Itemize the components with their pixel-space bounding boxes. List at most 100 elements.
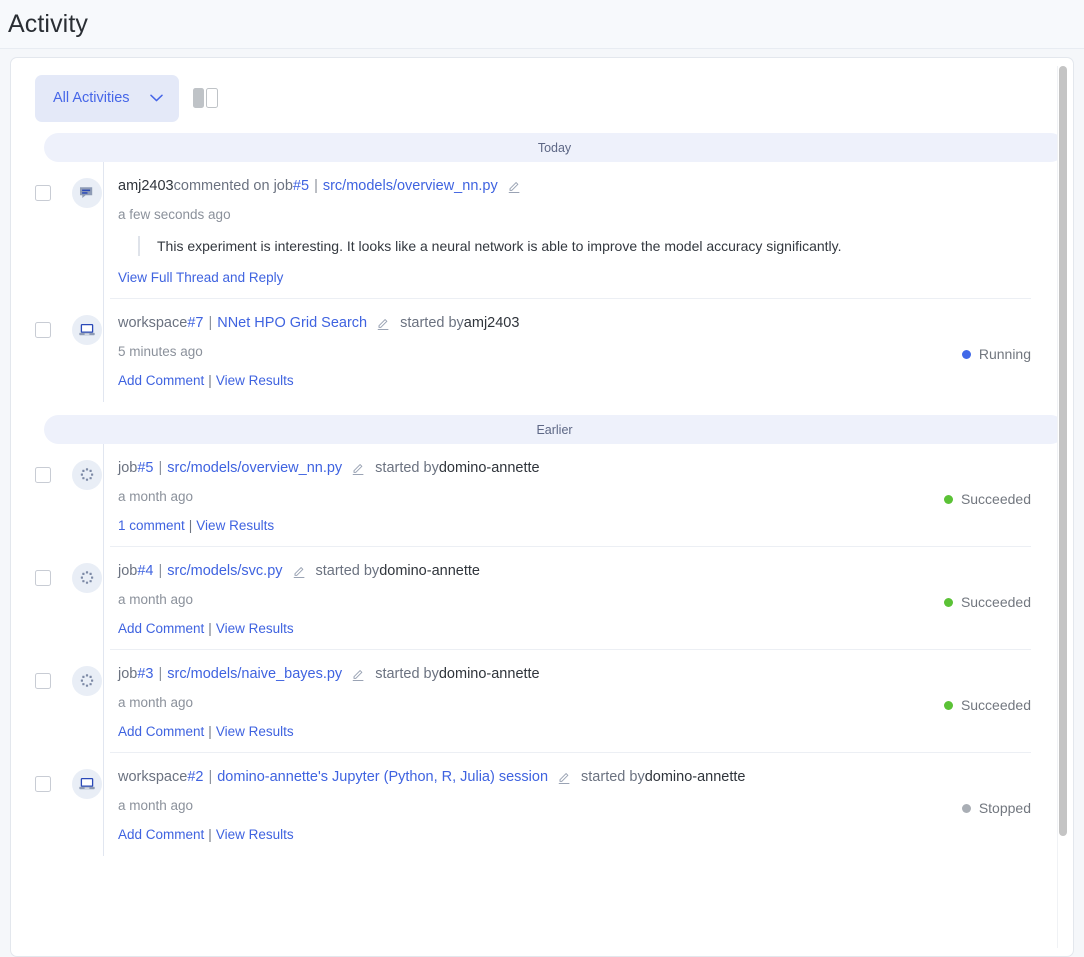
- activity-action-link[interactable]: View Results: [216, 373, 294, 388]
- activity-timestamp: a month ago: [118, 489, 944, 504]
- status-dot-icon: [944, 598, 953, 607]
- activity-action-link[interactable]: View Full Thread and Reply: [118, 270, 283, 285]
- status-label: Succeeded: [961, 697, 1031, 713]
- workspace-laptop-icon: [72, 769, 102, 799]
- action-separator: |: [185, 518, 197, 533]
- activity-action-link[interactable]: Add Comment: [118, 827, 204, 842]
- activity-separator: |: [203, 313, 217, 333]
- activity-day-label: Today: [538, 141, 571, 155]
- activity-row[interactable]: job #3|src/models/naive_bayes.pystarted …: [35, 650, 1049, 753]
- activity-day-divider: Earlier: [44, 415, 1065, 444]
- pencil-edit-icon[interactable]: [292, 564, 307, 579]
- job-dots-icon: [72, 460, 102, 490]
- activity-target-link[interactable]: src/models/svc.py: [167, 561, 282, 581]
- activity-timestamp: a few seconds ago: [118, 207, 1049, 222]
- status-badge: Succeeded: [944, 594, 1049, 610]
- activity-by-user: domino-annette: [439, 664, 540, 684]
- activity-row[interactable]: workspace #2|domino-annette's Jupyter (P…: [35, 753, 1049, 856]
- status-dot-icon: [962, 804, 971, 813]
- activity-list: Today amj2403 commented on job #5|src/mod…: [11, 133, 1049, 856]
- activity-ref-link[interactable]: #5: [293, 176, 309, 196]
- activity-ref-link[interactable]: #7: [187, 313, 203, 333]
- activity-row[interactable]: job #5 | src/models/overview_nn.py started …: [35, 444, 1049, 547]
- activity-action-link[interactable]: Add Comment: [118, 373, 204, 388]
- comment-icon: [72, 178, 102, 208]
- action-separator: |: [204, 827, 216, 842]
- activity-timestamp: a month ago: [118, 695, 944, 710]
- activity-ref-link[interactable]: #5: [137, 458, 153, 478]
- activity-card: All Activities Today amj2403 commented on…: [10, 57, 1074, 957]
- activity-row-checkbox[interactable]: [35, 467, 51, 483]
- activity-verb: job: [118, 458, 137, 478]
- scrollbar-thumb[interactable]: [1059, 66, 1067, 836]
- pencil-edit-icon[interactable]: [507, 179, 522, 194]
- activity-by-user: domino-annette: [379, 561, 480, 581]
- activity-row[interactable]: amj2403 commented on job #5|src/models/o…: [35, 162, 1049, 299]
- activity-timestamp: 5 minutes ago: [118, 344, 962, 359]
- status-dot-icon: [944, 701, 953, 710]
- activity-action-link[interactable]: View Results: [196, 518, 274, 533]
- activity-row-checkbox[interactable]: [35, 776, 51, 792]
- pencil-edit-icon[interactable]: [376, 316, 391, 331]
- split-view-icon[interactable]: [191, 84, 220, 112]
- activity-verb: job: [118, 561, 137, 581]
- activity-action-link[interactable]: View Results: [216, 621, 294, 636]
- activity-action-link[interactable]: Add Comment: [118, 621, 204, 636]
- activity-summary-line: job #5|src/models/overview_nn.pystarted …: [118, 458, 944, 478]
- activity-separator: |: [309, 176, 323, 196]
- activity-target-link[interactable]: NNet HPO Grid Search: [217, 313, 367, 333]
- activity-target-link[interactable]: src/models/overview_nn.py: [323, 176, 498, 196]
- activity-filter-dropdown[interactable]: All Activities: [35, 75, 179, 122]
- action-separator: |: [204, 621, 216, 636]
- activity-ref-link[interactable]: #2: [187, 767, 203, 787]
- job-dots-icon: [72, 666, 102, 696]
- vertical-scrollbar[interactable]: [1057, 66, 1067, 948]
- activity-actions: Add Comment|View Results: [118, 724, 944, 739]
- activity-verb: job: [118, 664, 137, 684]
- activity-ref-link[interactable]: #4: [137, 561, 153, 581]
- activity-scroll-area[interactable]: Today amj2403 commented on job #5|src/mod…: [11, 120, 1073, 956]
- activity-target-link[interactable]: src/models/naive_bayes.py: [167, 664, 342, 684]
- activity-actions: Add Comment|View Results: [118, 621, 944, 636]
- pencil-edit-icon[interactable]: [351, 461, 366, 476]
- activity-actor: amj2403: [118, 176, 174, 196]
- activity-row[interactable]: job #4|src/models/svc.pystarted by domin…: [35, 547, 1049, 650]
- activity-actions: View Full Thread and Reply: [118, 270, 1049, 285]
- status-dot-icon: [944, 495, 953, 504]
- status-dot-icon: [962, 350, 971, 359]
- activity-card-wrapper: All Activities Today amj2403 commented on…: [0, 49, 1084, 957]
- job-dots-icon: [72, 563, 102, 593]
- activity-row-content: amj2403 commented on job #5|src/models/o…: [102, 176, 1049, 299]
- activity-by-user: amj2403: [464, 313, 520, 333]
- activity-separator: |: [203, 767, 217, 787]
- activity-summary-line: workspace #2|domino-annette's Jupyter (P…: [118, 767, 962, 787]
- activity-target-link[interactable]: domino-annette's Jupyter (Python, R, Jul…: [217, 767, 548, 787]
- activity-row-content: workspace #7|NNet HPO Grid Searchstarted…: [102, 313, 962, 402]
- activity-timestamp: a month ago: [118, 798, 962, 813]
- activity-summary-line: workspace #7|NNet HPO Grid Searchstarted…: [118, 313, 962, 333]
- activity-row-content: job #3|src/models/naive_bayes.pystarted …: [102, 664, 944, 753]
- activity-group: job #5 | src/models/overview_nn.py started …: [35, 444, 1049, 856]
- activity-row-checkbox[interactable]: [35, 570, 51, 586]
- activity-action-link[interactable]: 1 comment: [118, 518, 185, 533]
- chevron-down-icon: [150, 94, 163, 102]
- activity-action-link[interactable]: View Results: [216, 724, 294, 739]
- activity-target-link[interactable]: src/models/overview_nn.py: [167, 458, 342, 478]
- activity-actions: Add Comment|View Results: [118, 373, 962, 388]
- activity-timestamp: a month ago: [118, 592, 944, 607]
- activity-action-link[interactable]: Add Comment: [118, 724, 204, 739]
- activity-summary-line: job #4|src/models/svc.pystarted by domin…: [118, 561, 944, 581]
- pencil-edit-icon[interactable]: [351, 667, 366, 682]
- activity-action-link[interactable]: View Results: [216, 827, 294, 842]
- activity-summary-line: job #3|src/models/naive_bayes.pystarted …: [118, 664, 944, 684]
- activity-row-checkbox[interactable]: [35, 673, 51, 689]
- activity-row-content: job #5 | src/models/overview_nn.py started …: [102, 458, 944, 547]
- activity-row[interactable]: workspace #7|NNet HPO Grid Searchstarted…: [35, 299, 1049, 402]
- activity-row-checkbox[interactable]: [35, 322, 51, 338]
- activity-ref-link[interactable]: #3: [137, 664, 153, 684]
- activity-by-label: started by: [375, 458, 439, 478]
- activity-row-content: workspace #2|domino-annette's Jupyter (P…: [102, 767, 962, 856]
- pencil-edit-icon[interactable]: [557, 770, 572, 785]
- activity-row-checkbox[interactable]: [35, 185, 51, 201]
- activity-row-content: job #4|src/models/svc.pystarted by domin…: [102, 561, 944, 650]
